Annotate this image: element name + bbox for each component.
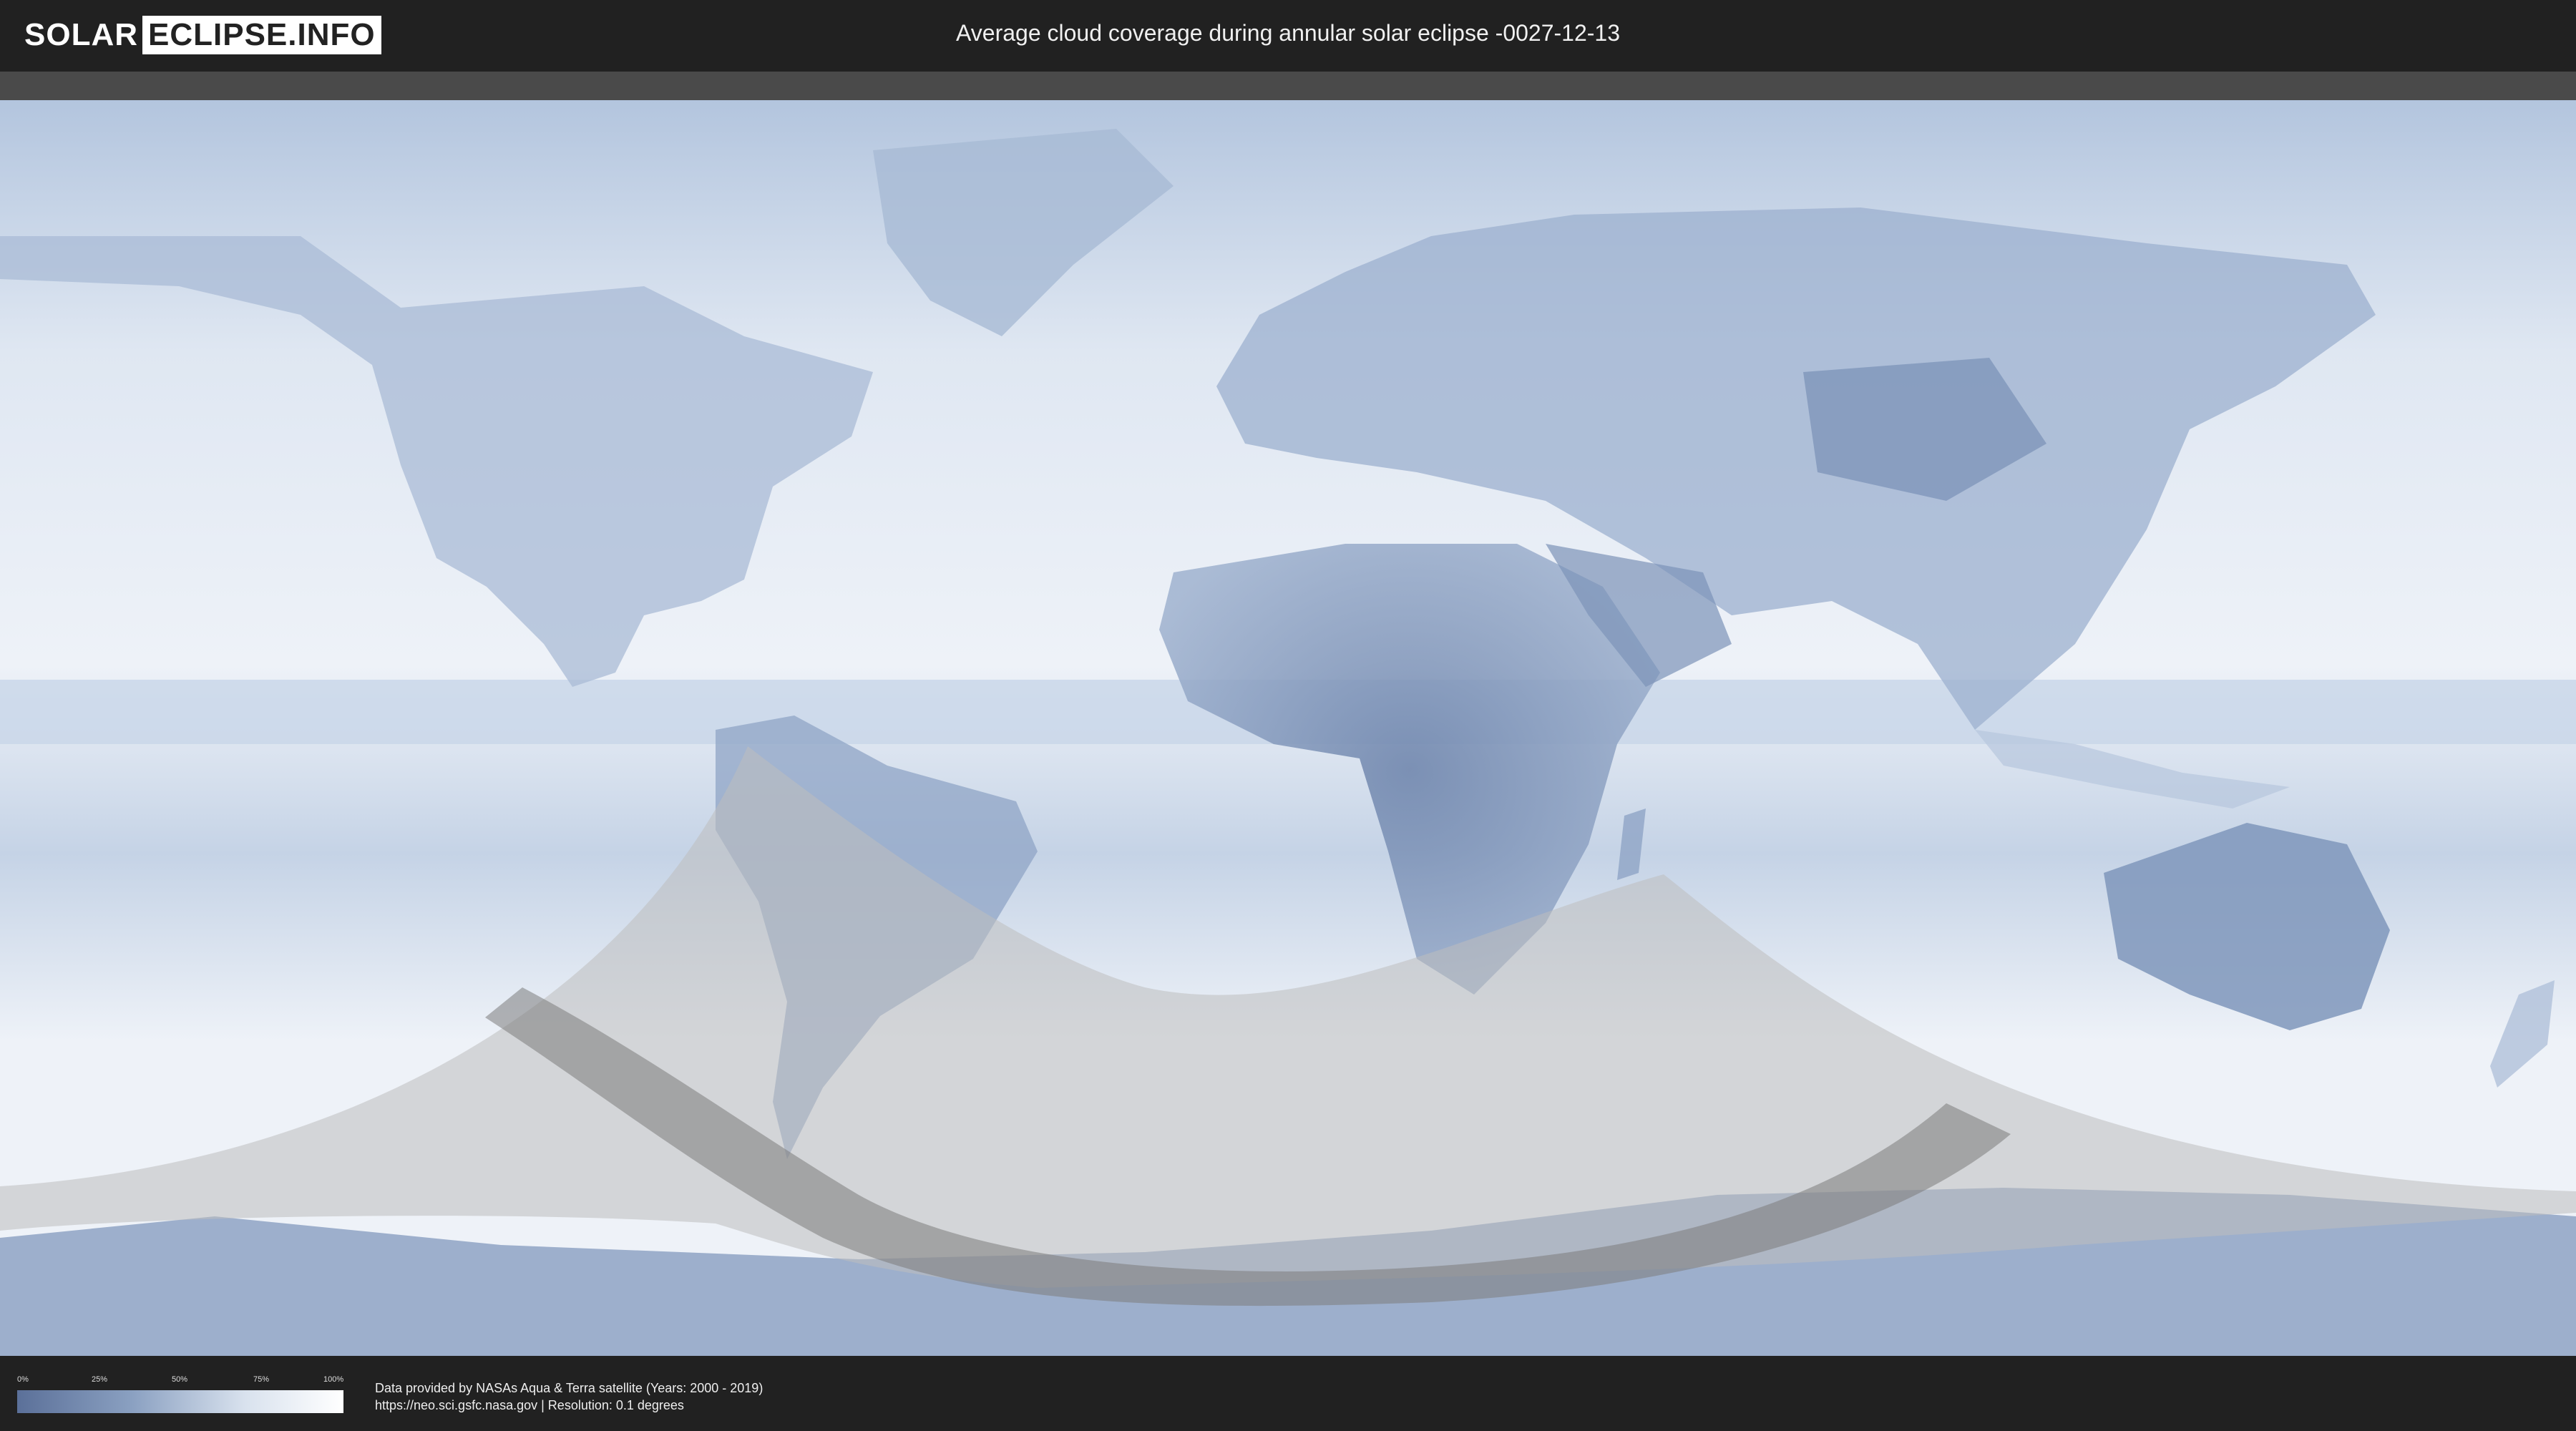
credits-line-url[interactable]: https://neo.sci.gsfc.nasa.gov | Resoluti… bbox=[375, 1397, 763, 1414]
legend-tick-labels: 0% 25% 50% 75% 100% bbox=[17, 1375, 343, 1387]
legend-tick: 25% bbox=[92, 1375, 108, 1384]
credits-line-source: Data provided by NASAs Aqua & Terra sate… bbox=[375, 1381, 763, 1395]
page-title: Average cloud coverage during annular so… bbox=[956, 20, 1620, 46]
map-top-strip bbox=[0, 72, 2576, 100]
data-credits: Data provided by NASAs Aqua & Terra sate… bbox=[375, 1379, 763, 1414]
legend-tick: 0% bbox=[17, 1375, 29, 1384]
legend-tick: 50% bbox=[172, 1375, 188, 1384]
cloud-coverage-map bbox=[0, 100, 2576, 1356]
legend-tick: 75% bbox=[253, 1375, 270, 1384]
cloud-coverage-legend-bar bbox=[17, 1390, 343, 1413]
header-bar: SOLAR ECLIPSE.INFO Average cloud coverag… bbox=[0, 0, 2576, 72]
legend-tick: 100% bbox=[323, 1375, 344, 1384]
